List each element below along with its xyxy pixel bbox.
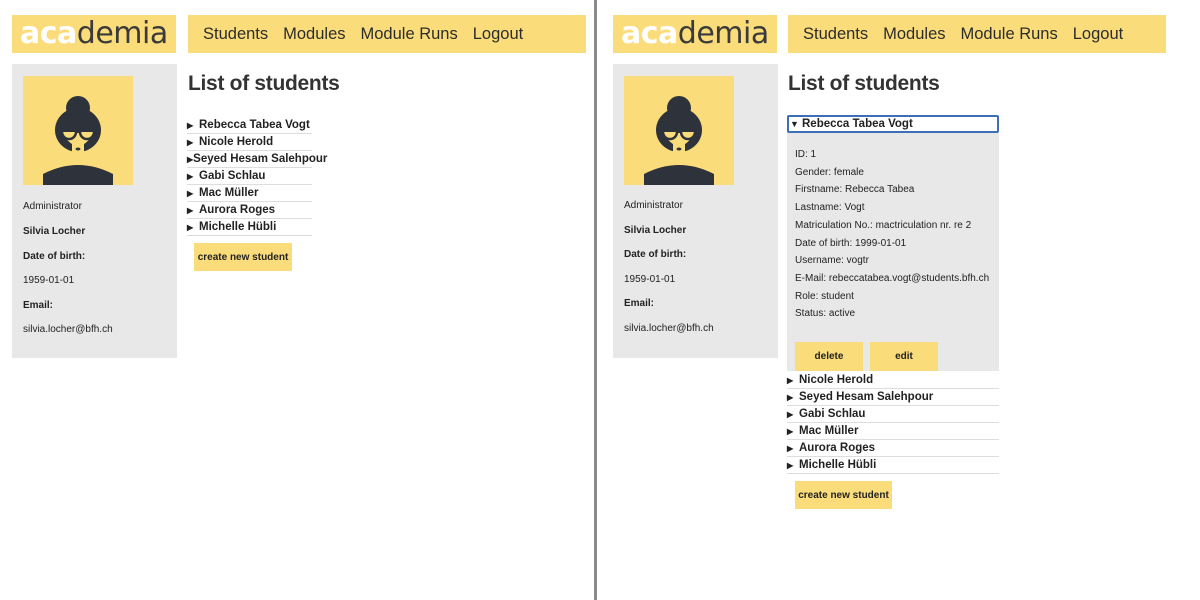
app-logo[interactable]: academia xyxy=(12,15,176,53)
delete-button[interactable]: delete xyxy=(795,342,863,371)
detail-gender: Gender: female xyxy=(795,167,864,178)
logo-demia: demia xyxy=(677,16,769,51)
triangle-right-icon: ▶ xyxy=(187,222,194,232)
detail-matriculation: Matriculation No.: mactriculation nr. re… xyxy=(795,220,972,231)
student-row[interactable]: ▶ Mac Müller xyxy=(787,423,999,440)
triangle-right-icon: ▶ xyxy=(787,426,794,436)
right-screen: academia Students Modules Module Runs Lo… xyxy=(600,0,1194,600)
triangle-right-icon: ▶ xyxy=(787,460,794,470)
dob-value: 1959-01-01 xyxy=(23,275,75,286)
student-row[interactable]: ▶ Michelle Hübli xyxy=(187,219,312,236)
screen-divider xyxy=(594,0,597,600)
detail-role: Role: student xyxy=(795,291,854,302)
email-label: Email: xyxy=(23,300,54,311)
user-name: Silvia Locher xyxy=(23,226,86,237)
student-name: Aurora Roges xyxy=(799,442,876,454)
student-name: Gabi Schlau xyxy=(199,170,266,182)
student-row[interactable]: ▶ Nicole Herold xyxy=(187,134,312,151)
create-student-button[interactable]: create new student xyxy=(194,243,292,271)
student-row-expanded[interactable]: ▼ Rebecca Tabea Vogt xyxy=(787,115,999,133)
student-row[interactable]: ▶ Seyed Hesam Salehpour xyxy=(787,389,999,406)
nav-module-runs[interactable]: Module Runs xyxy=(961,25,1058,44)
page-title: List of students xyxy=(188,72,340,95)
user-name: Silvia Locher xyxy=(624,225,687,236)
student-name: Nicole Herold xyxy=(199,136,274,148)
student-row[interactable]: ▶ Nicole Herold xyxy=(787,372,999,389)
student-name: Gabi Schlau xyxy=(799,408,866,420)
student-row[interactable]: ▶ Gabi Schlau xyxy=(187,168,312,185)
logo-demia: demia xyxy=(76,16,168,51)
logo-aca: aca xyxy=(20,16,77,51)
student-row[interactable]: ▶ Seyed Hesam Salehpour xyxy=(187,151,327,168)
student-row[interactable]: ▶ Gabi Schlau xyxy=(787,406,999,423)
nav-students[interactable]: Students xyxy=(803,25,868,44)
email-value: silvia.locher@bfh.ch xyxy=(23,324,113,335)
student-name: Nicole Herold xyxy=(799,374,874,386)
student-name: Seyed Hesam Salehpour xyxy=(193,153,328,165)
user-role: Administrator xyxy=(23,201,82,212)
profile-sidebar: Administrator Silvia Locher Date of birt… xyxy=(613,64,778,358)
detail-username: Username: vogtr xyxy=(795,255,869,266)
page-title: List of students xyxy=(788,72,940,95)
student-name: Aurora Roges xyxy=(199,204,276,216)
student-name: Rebecca Tabea Vogt xyxy=(802,118,913,130)
edit-button[interactable]: edit xyxy=(870,342,938,371)
nav-students[interactable]: Students xyxy=(203,25,268,44)
dob-label: Date of birth: xyxy=(23,251,86,262)
profile-sidebar: Administrator Silvia Locher Date of birt… xyxy=(12,64,177,358)
app-logo[interactable]: academia xyxy=(613,15,777,53)
dob-label: Date of birth: xyxy=(624,249,687,260)
nav-modules[interactable]: Modules xyxy=(883,25,945,44)
email-label: Email: xyxy=(624,298,655,309)
nav-modules[interactable]: Modules xyxy=(283,25,345,44)
nav-module-runs[interactable]: Module Runs xyxy=(361,25,458,44)
student-row[interactable]: ▶ Aurora Roges xyxy=(787,440,999,457)
student-row[interactable]: ▶ Aurora Roges xyxy=(187,202,312,219)
triangle-right-icon: ▶ xyxy=(787,392,794,402)
detail-id: ID: 1 xyxy=(795,149,817,160)
triangle-right-icon: ▶ xyxy=(787,443,794,453)
top-nav: Students Modules Module Runs Logout xyxy=(788,15,1166,53)
triangle-right-icon: ▶ xyxy=(787,375,794,385)
nav-logout[interactable]: Logout xyxy=(473,25,523,44)
student-name: Mac Müller xyxy=(799,425,859,437)
detail-lastname: Lastname: Vogt xyxy=(795,202,865,213)
user-role: Administrator xyxy=(624,200,683,211)
triangle-right-icon: ▶ xyxy=(787,409,794,419)
detail-status: Status: active xyxy=(795,308,856,319)
student-name: Michelle Hübli xyxy=(199,221,277,233)
triangle-right-icon: ▶ xyxy=(187,171,194,181)
triangle-right-icon: ▶ xyxy=(187,137,194,147)
student-row[interactable]: ▶ Mac Müller xyxy=(187,185,312,202)
logo-aca: aca xyxy=(621,16,678,51)
email-value: silvia.locher@bfh.ch xyxy=(624,323,714,334)
triangle-right-icon: ▶ xyxy=(187,205,194,215)
nav-logout[interactable]: Logout xyxy=(1073,25,1123,44)
dob-value: 1959-01-01 xyxy=(624,274,676,285)
avatar xyxy=(23,76,133,185)
create-student-button[interactable]: create new student xyxy=(795,481,892,509)
student-name: Rebecca Tabea Vogt xyxy=(199,119,310,131)
student-name: Mac Müller xyxy=(199,187,259,199)
student-details: ID: 1 Gender: female Firstname: Rebecca … xyxy=(787,133,999,371)
triangle-right-icon: ▶ xyxy=(187,120,194,130)
triangle-right-icon: ▶ xyxy=(187,188,194,198)
detail-dob: Date of birth: 1999-01-01 xyxy=(795,238,907,249)
detail-email: E-Mail: rebeccatabea.vogt@students.bfh.c… xyxy=(795,273,990,284)
triangle-down-icon: ▼ xyxy=(790,119,799,129)
left-screen: academia Students Modules Module Runs Lo… xyxy=(0,0,594,600)
detail-firstname: Firstname: Rebecca Tabea xyxy=(795,184,915,195)
student-row[interactable]: ▶ Rebecca Tabea Vogt xyxy=(187,117,312,134)
avatar xyxy=(624,76,734,185)
student-name: Seyed Hesam Salehpour xyxy=(799,391,934,403)
student-name: Michelle Hübli xyxy=(799,459,877,471)
top-nav: Students Modules Module Runs Logout xyxy=(188,15,586,53)
student-row[interactable]: ▶ Michelle Hübli xyxy=(787,457,999,474)
